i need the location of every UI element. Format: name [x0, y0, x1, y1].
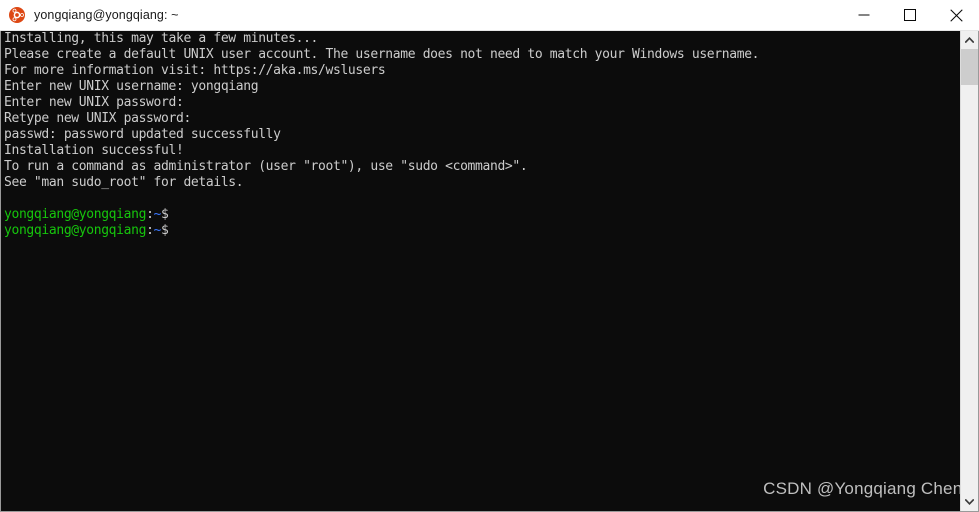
terminal-text-segment: Enter new UNIX username: yongqiang	[4, 79, 259, 94]
watermark-text: CSDN @Yongqiang Cheng	[763, 479, 972, 498]
terminal-text-segment: $	[161, 207, 176, 222]
minimize-icon	[858, 9, 870, 21]
terminal-text-segment: yongqiang@yongqiang	[4, 223, 147, 238]
minimize-button[interactable]	[841, 0, 887, 31]
terminal-line: Installation successful!	[1, 143, 960, 159]
terminal-text-segment: Installation successful!	[4, 143, 184, 158]
terminal-output[interactable]: Installing, this may take a few minutes.…	[1, 31, 960, 510]
terminal-text-segment: ~	[153, 207, 162, 222]
scrollbar-track[interactable]	[961, 49, 978, 493]
terminal-text-segment: Enter new UNIX password:	[4, 95, 184, 110]
terminal-text-segment: ~	[153, 223, 162, 238]
terminal-text-segment: $	[161, 223, 176, 238]
terminal-line: Enter new UNIX username: yongqiang	[1, 79, 960, 95]
vertical-scrollbar[interactable]	[960, 31, 978, 511]
maximize-button[interactable]	[887, 0, 933, 31]
terminal-text-segment: :	[146, 207, 154, 222]
terminal-line: See "man sudo_root" for details.	[1, 175, 960, 191]
terminal-text-segment: Installing, this may take a few minutes.…	[4, 31, 319, 46]
terminal-line: Retype new UNIX password:	[1, 111, 960, 127]
terminal-text-segment: :	[146, 223, 154, 238]
terminal-line: Please create a default UNIX user accoun…	[1, 47, 960, 63]
chevron-up-icon	[965, 37, 974, 43]
terminal-text-segment: See "man sudo_root" for details.	[4, 175, 244, 190]
terminal-text-segment: Please create a default UNIX user accoun…	[4, 47, 760, 62]
terminal-line: Installing, this may take a few minutes.…	[1, 31, 960, 47]
terminal-text-segment: passwd: password updated successfully	[4, 127, 281, 142]
ubuntu-logo-icon	[9, 7, 25, 23]
scrollbar-thumb[interactable]	[961, 49, 978, 85]
scroll-down-button[interactable]	[961, 493, 978, 511]
terminal-text-segment: Retype new UNIX password:	[4, 111, 191, 126]
terminal-text-segment: To run a command as administrator (user …	[4, 159, 528, 174]
terminal-text-segment: For more information visit: https://aka.…	[4, 63, 386, 78]
chevron-down-icon	[965, 499, 974, 505]
terminal-window: yongqiang@yongqiang: ~ Installing, this …	[0, 0, 979, 512]
terminal-line: yongqiang@yongqiang:~$	[1, 223, 960, 239]
close-button[interactable]	[933, 0, 979, 31]
terminal-line: passwd: password updated successfully	[1, 127, 960, 143]
terminal-line: Enter new UNIX password:	[1, 95, 960, 111]
title-bar[interactable]: yongqiang@yongqiang: ~	[0, 0, 979, 31]
maximize-icon	[904, 9, 916, 21]
terminal-line: yongqiang@yongqiang:~$	[1, 207, 960, 223]
terminal-text-segment: yongqiang@yongqiang	[4, 207, 147, 222]
terminal-line: To run a command as administrator (user …	[1, 159, 960, 175]
scroll-up-button[interactable]	[961, 31, 978, 49]
close-icon	[949, 8, 963, 22]
window-title: yongqiang@yongqiang: ~	[34, 8, 179, 22]
terminal-body[interactable]: Installing, this may take a few minutes.…	[0, 31, 979, 512]
terminal-line: For more information visit: https://aka.…	[1, 63, 960, 79]
